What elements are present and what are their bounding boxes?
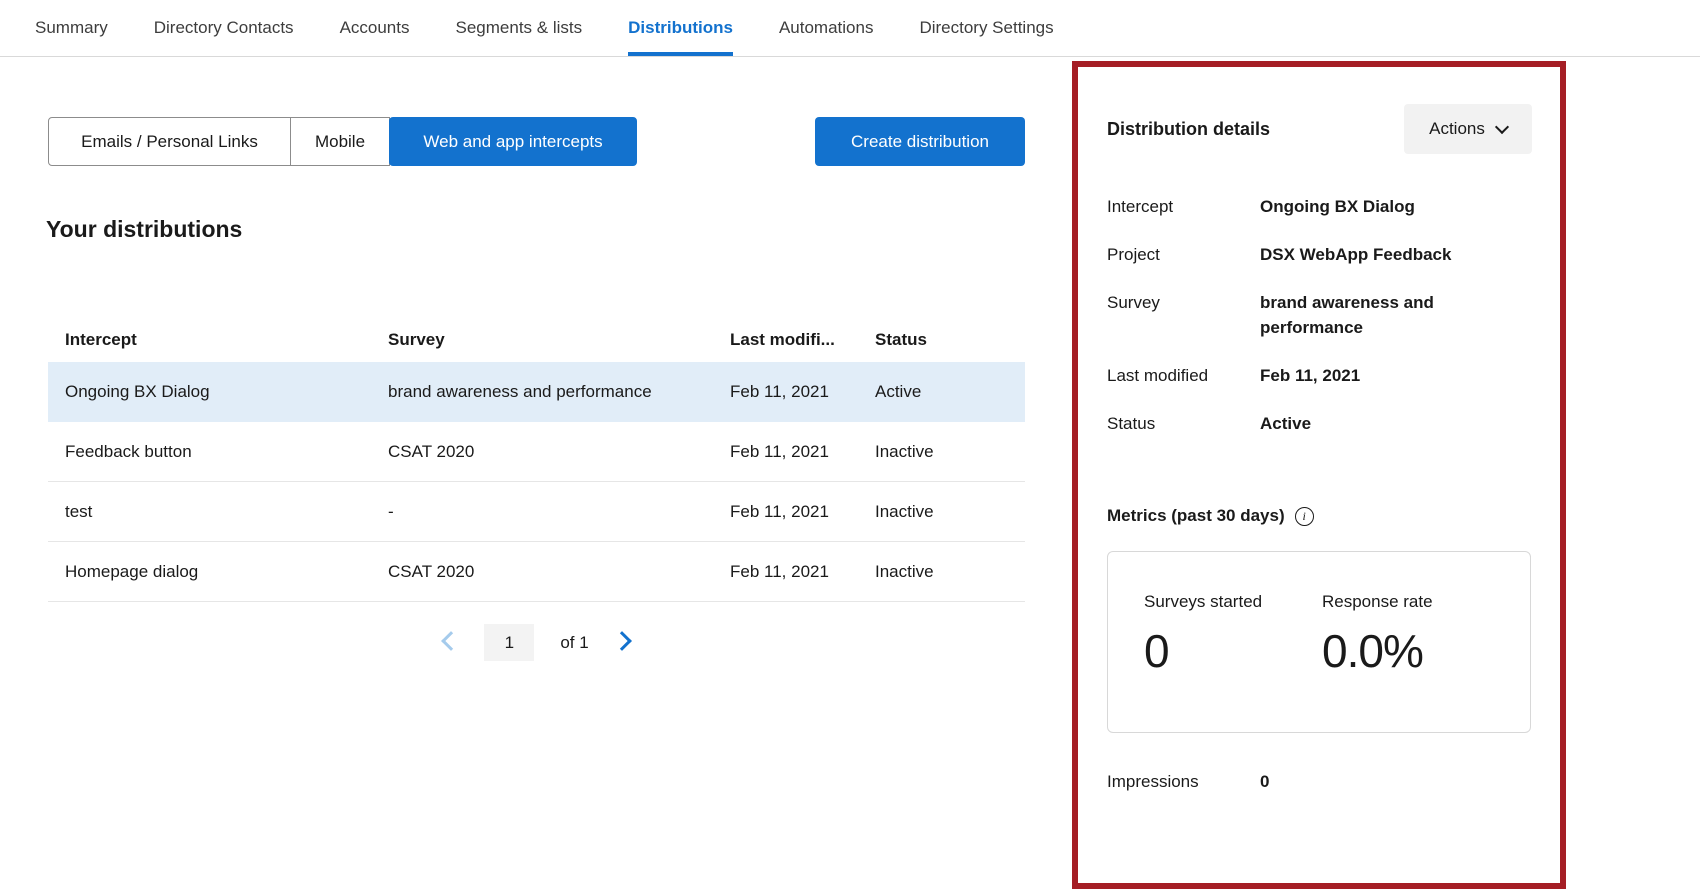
segment-emails-personal-links[interactable]: Emails / Personal Links — [48, 117, 291, 166]
field-label: Survey — [1107, 290, 1260, 340]
annotation-rectangle — [1072, 61, 1566, 889]
field-intercept: Intercept Ongoing BX Dialog — [1107, 194, 1533, 219]
header-status: Status — [875, 330, 1025, 350]
cell-intercept: Ongoing BX Dialog — [48, 382, 388, 402]
tab-automations[interactable]: Automations — [779, 0, 874, 56]
page-count-label: of 1 — [560, 633, 588, 653]
cell-last-modified: Feb 11, 2021 — [730, 562, 875, 582]
cell-survey: brand awareness and performance — [388, 382, 730, 402]
table-row[interactable]: Homepage dialog CSAT 2020 Feb 11, 2021 I… — [48, 542, 1025, 602]
header-intercept: Intercept — [48, 330, 388, 350]
cell-status: Inactive — [875, 562, 1025, 582]
metrics-title-label: Metrics (past 30 days) — [1107, 506, 1285, 526]
info-icon[interactable]: i — [1295, 507, 1314, 526]
metric-value: 0.0% — [1322, 624, 1500, 678]
top-tab-bar: Summary Directory Contacts Accounts Segm… — [0, 0, 1700, 57]
field-value: Active — [1260, 411, 1533, 436]
metric-label: Surveys started — [1144, 592, 1322, 612]
metric-surveys-started: Surveys started 0 — [1144, 592, 1322, 732]
metric-value: 0 — [1144, 624, 1322, 678]
impressions-value: 0 — [1260, 772, 1269, 792]
field-value: brand awareness and performance — [1260, 290, 1533, 340]
cell-last-modified: Feb 11, 2021 — [730, 442, 875, 462]
create-distribution-button[interactable]: Create distribution — [815, 117, 1025, 166]
metric-label: Response rate — [1322, 592, 1500, 612]
tab-segments-lists[interactable]: Segments & lists — [456, 0, 583, 56]
tab-directory-contacts[interactable]: Directory Contacts — [154, 0, 294, 56]
field-label: Status — [1107, 411, 1260, 436]
cell-intercept: Homepage dialog — [48, 562, 388, 582]
table-header-row: Intercept Survey Last modifi... Status — [48, 318, 1025, 362]
table-row[interactable]: Ongoing BX Dialog brand awareness and pe… — [48, 362, 1025, 422]
distributions-table: Intercept Survey Last modifi... Status O… — [48, 318, 1025, 602]
cell-survey: CSAT 2020 — [388, 442, 730, 462]
cell-intercept: test — [48, 502, 388, 522]
cell-status: Inactive — [875, 502, 1025, 522]
segment-web-and-app-intercepts[interactable]: Web and app intercepts — [389, 117, 637, 166]
distributions-page: Summary Directory Contacts Accounts Segm… — [0, 0, 1700, 894]
actions-button[interactable]: Actions — [1404, 104, 1532, 154]
chevron-down-icon — [1495, 120, 1509, 134]
cell-survey: - — [388, 502, 730, 522]
field-label: Project — [1107, 242, 1260, 267]
field-status: Status Active — [1107, 411, 1533, 436]
table-row[interactable]: Feedback button CSAT 2020 Feb 11, 2021 I… — [48, 422, 1025, 482]
segment-mobile[interactable]: Mobile — [291, 117, 390, 166]
header-survey: Survey — [388, 330, 730, 350]
metrics-section-title: Metrics (past 30 days) i — [1107, 506, 1314, 526]
field-project: Project DSX WebApp Feedback — [1107, 242, 1533, 267]
tab-distributions[interactable]: Distributions — [628, 0, 733, 56]
tab-directory-settings[interactable]: Directory Settings — [919, 0, 1053, 56]
chevron-left-icon — [441, 631, 461, 651]
field-value: Feb 11, 2021 — [1260, 363, 1533, 388]
details-fields: Intercept Ongoing BX Dialog Project DSX … — [1107, 194, 1533, 459]
impressions-label: Impressions — [1107, 772, 1260, 792]
cell-intercept: Feedback button — [48, 442, 388, 462]
chevron-right-icon — [612, 631, 632, 651]
metrics-card: Surveys started 0 Response rate 0.0% — [1107, 551, 1531, 733]
field-value: DSX WebApp Feedback — [1260, 242, 1533, 267]
cell-status: Inactive — [875, 442, 1025, 462]
field-value: Ongoing BX Dialog — [1260, 194, 1533, 219]
pagination: 1 of 1 — [48, 624, 1025, 661]
field-last-modified: Last modified Feb 11, 2021 — [1107, 363, 1533, 388]
field-label: Intercept — [1107, 194, 1260, 219]
tab-summary[interactable]: Summary — [35, 0, 108, 56]
details-panel-title: Distribution details — [1107, 119, 1270, 140]
page-title: Your distributions — [46, 216, 242, 243]
previous-page-button[interactable] — [444, 633, 458, 653]
cell-last-modified: Feb 11, 2021 — [730, 382, 875, 402]
impressions-row: Impressions 0 — [1107, 772, 1269, 792]
cell-status: Active — [875, 382, 1025, 402]
actions-button-label: Actions — [1429, 119, 1485, 139]
distribution-type-segmented-control: Emails / Personal Links Mobile Web and a… — [48, 117, 637, 166]
page-number-input[interactable]: 1 — [484, 624, 534, 661]
cell-survey: CSAT 2020 — [388, 562, 730, 582]
field-label: Last modified — [1107, 363, 1260, 388]
next-page-button[interactable] — [615, 633, 629, 653]
metric-response-rate: Response rate 0.0% — [1322, 592, 1500, 732]
field-survey: Survey brand awareness and performance — [1107, 290, 1533, 340]
tab-accounts[interactable]: Accounts — [340, 0, 410, 56]
header-last-modified: Last modifi... — [730, 330, 875, 350]
table-row[interactable]: test - Feb 11, 2021 Inactive — [48, 482, 1025, 542]
cell-last-modified: Feb 11, 2021 — [730, 502, 875, 522]
